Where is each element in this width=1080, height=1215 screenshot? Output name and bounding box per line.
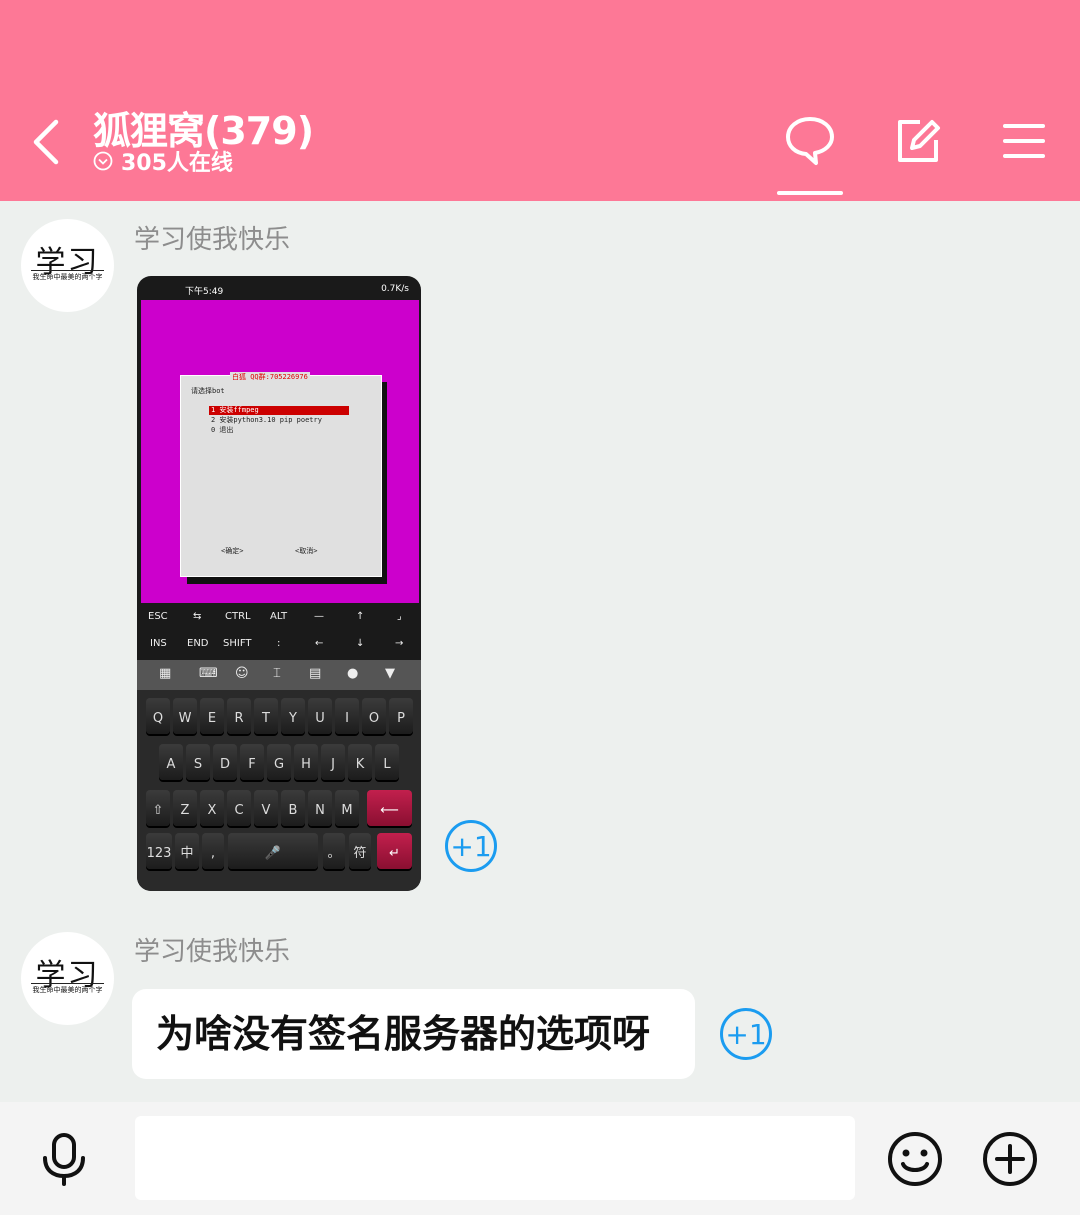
online-count: 305人在线 (121, 151, 233, 176)
keyboard-key: A (159, 744, 183, 780)
extra-key: → (395, 638, 404, 649)
extra-key: ESC (148, 611, 168, 622)
emoji-icon: ☺ (235, 666, 249, 681)
keyboard-key: J (321, 744, 345, 780)
dialog-prompt: 请选择bot (191, 387, 225, 395)
keyboard-key: Y (281, 698, 305, 734)
terminal-dialog: 白狐 QQ群:705226976 请选择bot 1 安装ffmpeg 2 安装p… (180, 372, 382, 577)
terminal-screen: 白狐 QQ群:705226976 请选择bot 1 安装ffmpeg 2 安装p… (141, 300, 419, 603)
keyboard-key: I (335, 698, 359, 734)
screenshot-keyboard: ▦ ⌨ ☺ ⌶ ▤ ● ▼ Q W E R T Y U I O P A S D F G H J K L ⇧ Z X C V B N… (137, 660, 421, 891)
collapse-icon: ▼ (385, 666, 395, 681)
keyboard-key: L (375, 744, 399, 780)
extra-key: ↓ (356, 638, 365, 649)
chevron-down-circle-icon (93, 151, 113, 171)
keyboard-key: N (308, 790, 332, 826)
dialog-cancel: <取消> (295, 547, 318, 555)
keyboard-key: T (254, 698, 278, 734)
keyboard-key: U (308, 698, 332, 734)
keyboard-key: 中 (175, 833, 199, 869)
emoji-icon[interactable] (886, 1130, 944, 1188)
screenshot-time: 下午5:49 (185, 287, 224, 297)
keyboard-key: H (294, 744, 318, 780)
keyboard-key: S (186, 744, 210, 780)
avatar-divider (31, 270, 104, 271)
menu-icon[interactable] (996, 112, 1052, 168)
avatar-divider (31, 983, 104, 984)
keyboard-key: D (213, 744, 237, 780)
image-message[interactable]: 下午5:49 0.7K/s 白狐 QQ群:705226976 请选择bot 1 … (137, 276, 421, 891)
keyboard-key: G (267, 744, 291, 780)
dialog-option: 2 安装python3.10 pip poetry (211, 416, 322, 424)
dialog-option: 1 安装ffmpeg (209, 406, 349, 415)
avatar-subtext: 我生命中最美的两个字 (32, 273, 103, 281)
keyboard-key: F (240, 744, 264, 780)
keyboard-key: C (227, 790, 251, 826)
extra-key: ⌟ (397, 611, 402, 622)
keyboard-key: P (389, 698, 413, 734)
edit-icon[interactable] (890, 112, 946, 168)
grid-icon: ▦ (159, 666, 172, 681)
microphone-icon[interactable] (35, 1130, 93, 1188)
message-input[interactable] (135, 1116, 855, 1200)
extra-key: — (314, 611, 324, 622)
keyboard-key: ⇧ (146, 790, 170, 826)
keyboard-key: B (281, 790, 305, 826)
keyboard-key: W (173, 698, 197, 734)
avatar[interactable]: 学习 我生命中最美的两个字 (21, 219, 114, 312)
keyboard-key: Q (146, 698, 170, 734)
keyboard-key: 。 (323, 833, 345, 869)
keyboard-icon: ⌨ (199, 666, 218, 681)
screenshot-status-bar: 下午5:49 0.7K/s (137, 276, 421, 300)
extra-keys-row: ESC ⇆ CTRL ALT — ↑ ⌟ (137, 603, 421, 629)
keyboard-key: 123 (146, 833, 172, 869)
keyboard-key: 🎤 (228, 833, 318, 869)
dialog-ok: <确定> (221, 547, 244, 555)
keyboard-key: 符 (349, 833, 371, 869)
avatar-subtext: 我生命中最美的两个字 (32, 986, 103, 994)
keyboard-toolbar: ▦ ⌨ ☺ ⌶ ▤ ● ▼ (137, 660, 421, 690)
back-arrow-icon[interactable] (28, 118, 72, 166)
extra-key: INS (150, 638, 167, 649)
input-bar (0, 1102, 1080, 1215)
sender-name[interactable]: 学习使我快乐 (134, 219, 290, 256)
extra-key: : (277, 638, 281, 649)
chat-bubble-icon[interactable] (782, 112, 838, 168)
dialog-title: 白狐 QQ群:705226976 (230, 372, 310, 382)
online-status[interactable]: 305人在线 (93, 145, 233, 177)
extra-key: ↑ (356, 611, 365, 622)
active-tab-indicator (777, 191, 843, 195)
keyboard-key: , (202, 833, 224, 869)
keyboard-key: Z (173, 790, 197, 826)
screenshot-net-speed: 0.7K/s (381, 284, 409, 294)
extra-key: SHIFT (223, 638, 252, 649)
plus-one-button[interactable]: +1 (445, 820, 497, 872)
keyboard-key: O (362, 698, 386, 734)
extra-key: ⇆ (193, 611, 202, 622)
keyboard-key: X (200, 790, 224, 826)
sender-name[interactable]: 学习使我快乐 (134, 931, 290, 968)
chat-header: 狐狸窝(379) 305人在线 (0, 0, 1080, 201)
extra-key: ← (315, 638, 324, 649)
keyboard-key: ↵ (377, 833, 412, 869)
avatar[interactable]: 学习 我生命中最美的两个字 (21, 932, 114, 1025)
bulb-icon: ● (347, 666, 359, 681)
dialog-option: 0 退出 (211, 426, 234, 434)
clipboard-icon: ▤ (309, 666, 322, 681)
plus-one-button[interactable]: +1 (720, 1008, 772, 1060)
keyboard-key: E (200, 698, 224, 734)
plus-circle-icon[interactable] (981, 1130, 1039, 1188)
extra-key: ALT (270, 611, 288, 622)
extra-key: CTRL (225, 611, 251, 622)
extra-key: END (187, 638, 209, 649)
cursor-icon: ⌶ (273, 666, 281, 681)
text-message-bubble[interactable]: 为啥没有签名服务器的选项呀 (132, 989, 695, 1079)
keyboard-key: M (335, 790, 359, 826)
keyboard-key: K (348, 744, 372, 780)
keyboard-key: R (227, 698, 251, 734)
extra-keys-row: INS END SHIFT : ← ↓ → (137, 630, 421, 656)
keyboard-key: ⟵ (367, 790, 412, 826)
keyboard-key: V (254, 790, 278, 826)
